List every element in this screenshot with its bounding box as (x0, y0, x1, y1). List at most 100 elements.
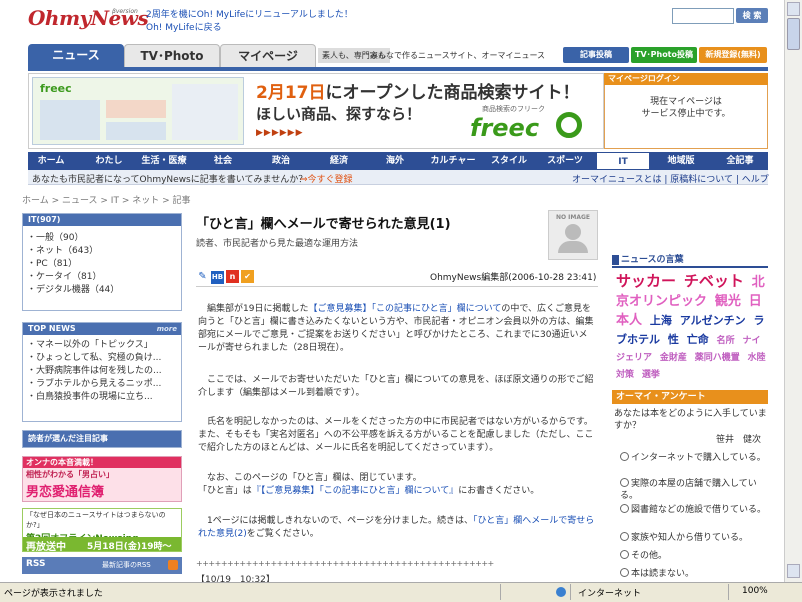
scroll-up-arrow-icon[interactable] (787, 2, 800, 16)
comment-guideline-link[interactable]: 『【ご意見募集】「この記事にひと言」欄について』 (252, 486, 458, 496)
category-life-medical[interactable]: 生活・医療 (136, 152, 192, 170)
list-item[interactable]: ・マネー以外の「トピックス」 (27, 339, 177, 352)
tag-cloud-word[interactable]: 観光 (715, 294, 741, 309)
nav-rule (28, 67, 768, 71)
vertical-scrollbar[interactable] (784, 0, 802, 582)
category-watashi[interactable]: わたし (84, 152, 134, 170)
enquete-question: あなたは本をどのように入手していますか？ (614, 409, 767, 431)
browser-status-bar (0, 582, 802, 602)
list-item[interactable]: ・ケータイ（81） (27, 271, 177, 284)
bookmark-icon[interactable]: ✎ (196, 270, 209, 283)
tag-cloud: サッカー チベット 北京オリンピック 観光 日本人 上海 アルゼンチン ラブホテ… (616, 273, 768, 384)
list-item[interactable]: ・ネット（643） (27, 245, 177, 258)
category-society[interactable]: 社会 (198, 152, 248, 170)
radio-button[interactable] (620, 478, 629, 487)
radio-button[interactable] (620, 550, 629, 559)
status-divider (728, 584, 729, 600)
enquete-option[interactable]: 家族や知人から借りている。 (620, 532, 768, 544)
no-image-label: NO IMAGE (555, 214, 591, 221)
tag-cloud-word[interactable]: 金財産 (660, 353, 687, 363)
category-it[interactable]: IT (596, 152, 650, 170)
logo-version: βversion (112, 8, 138, 15)
option-label: 本は読まない。 (631, 569, 695, 579)
article-title: 「ひと言」欄へメールで寄せられた意見(1) (196, 217, 451, 232)
list-item[interactable]: ・ひょっとして私、究極の負け... (27, 352, 177, 365)
mypage-message: 現在マイページは サービス停止中です。 (604, 96, 768, 120)
tv-photo-post-button[interactable]: TV･Photo投稿 (631, 47, 697, 63)
category-all-articles[interactable]: 全記事 (712, 152, 768, 170)
radio-button[interactable] (620, 452, 629, 461)
zoom-level[interactable]: 100% (742, 586, 768, 596)
category-overseas[interactable]: 海外 (370, 152, 420, 170)
register-now-link[interactable]: ⇒今すぐ登録 (300, 172, 353, 185)
list-item[interactable]: ・PC（81） (27, 258, 177, 271)
article-divider (196, 286, 598, 287)
category-style[interactable]: スタイル (484, 152, 534, 170)
tag-cloud-word[interactable]: サッカー (616, 272, 676, 290)
comment-guideline-link[interactable]: 【ご意見募集】「この記事にひと言」欄について (308, 304, 501, 314)
post-article-button[interactable]: 記事投稿 (563, 47, 629, 63)
tag-cloud-word[interactable]: 亡命 (687, 333, 709, 346)
tag-cloud-word[interactable]: 上海 (650, 314, 672, 327)
list-item[interactable]: ・白鳥猿投事件の現場に立ち... (27, 391, 177, 404)
scroll-down-arrow-icon[interactable] (787, 564, 800, 578)
enquete-option[interactable]: 実際の本屋の店舗で購入している。 (620, 478, 768, 502)
category-home[interactable]: ホーム (28, 152, 74, 170)
register-button[interactable]: 新規登録(無料) (699, 47, 767, 63)
rss-feed-icon[interactable] (168, 560, 178, 570)
category-regional[interactable]: 地域版 (654, 152, 708, 170)
ad-banner-fortune[interactable]: オンナの本音満載！ 相性がわかる「男占い」 男恋愛通信簿 (22, 456, 182, 502)
announcement-line-1[interactable]: 2周年を機にOh! MyLifeにリニューアルしました！ (146, 9, 353, 22)
category-culture[interactable]: カルチャー (424, 152, 482, 170)
search-button[interactable]: 検 索 (736, 8, 768, 23)
newsing-icon[interactable]: n (226, 270, 239, 283)
banner-thumb-block (172, 84, 238, 140)
enquete-option[interactable]: インターネットで購入している。 (620, 452, 768, 464)
tag-cloud-word[interactable]: 名所 (717, 336, 735, 346)
article-byline: OhmyNews編集部(2006-10-28 23:41) (430, 273, 597, 283)
category-economy[interactable]: 経済 (314, 152, 364, 170)
top-news-more-link[interactable]: more (157, 323, 177, 335)
tag-cloud-word[interactable]: 性 (668, 333, 679, 346)
article-separator: ++++++++++++++++++++++++++++++++++++++++… (196, 559, 494, 568)
tag-cloud-word[interactable]: 薬同ハ機置 (695, 353, 740, 363)
announcement-line-2[interactable]: Oh! MyLifeに戻る (146, 22, 353, 35)
tag-cloud-word[interactable]: アルゼンチン (680, 314, 746, 327)
top-news-list: ・マネー以外の「トピックス」 ・ひょっとして私、究極の負け... ・大野病院事件… (23, 335, 181, 408)
about-links[interactable]: オーマイニュースとは | 原稿料について | ヘルプ (572, 172, 769, 185)
list-item[interactable]: ・一般（90） (27, 232, 177, 245)
ad-banner-newsing[interactable]: 「なぜ日本のニュースサイトはつまらないのか?」 第2回オフラインNewsing … (22, 508, 182, 552)
list-item[interactable]: ・大野病院事件は何を残したの... (27, 365, 177, 378)
enquete-option[interactable]: その他。 (620, 550, 768, 562)
globe-icon (556, 587, 566, 597)
enquete-option[interactable]: 本は読まない。 (620, 568, 768, 580)
rss-latest-link[interactable]: 最新記事のRSS (102, 560, 151, 570)
enquete-option[interactable]: 図書館などの施設で借りている。 (620, 504, 768, 516)
radio-button[interactable] (620, 504, 629, 513)
breadcrumb[interactable]: ホーム > ニュース > IT > ネット > 記事 (22, 193, 190, 206)
tab-mypage[interactable]: マイページ (220, 44, 316, 67)
search-input[interactable] (672, 8, 734, 24)
top-news-header: TOP NEWS more (23, 323, 181, 335)
radio-button[interactable] (620, 532, 629, 541)
ad-fortune-line: オンナの本音満載！ (23, 457, 181, 468)
top-announcement[interactable]: 2周年を機にOh! MyLifeにリニューアルしました！ Oh! MyLifeに… (146, 9, 353, 35)
ad-newsing-line: 再放送中 (26, 542, 66, 552)
banner-logo-caption: 商品検索のフリーク (482, 105, 545, 113)
hatena-bookmark-icon[interactable]: HB (211, 271, 224, 284)
header-marker-icon (612, 254, 619, 265)
tab-news[interactable]: ニュース (28, 44, 124, 67)
category-sports[interactable]: スポーツ (540, 152, 590, 170)
list-item[interactable]: ・デジタル機器（44） (27, 284, 177, 297)
option-label: 実際の本屋の店舗で購入している。 (620, 479, 757, 501)
radio-button[interactable] (620, 568, 629, 577)
check-icon[interactable]: ✔ (241, 270, 254, 283)
scroll-thumb[interactable] (787, 18, 800, 50)
tag-cloud-word[interactable]: 選挙 (642, 370, 660, 380)
list-item[interactable]: ・ラブホテルから見えるニッポ... (27, 378, 177, 391)
category-politics[interactable]: 政治 (256, 152, 306, 170)
rss-label: RSS (26, 559, 46, 569)
tag-cloud-word[interactable]: チベット (684, 272, 744, 290)
paragraph-text: 1ページには掲載しきれないので、ページを分けました。続きは、 (198, 516, 474, 526)
tab-tv-photo[interactable]: TV･Photo (124, 44, 220, 67)
